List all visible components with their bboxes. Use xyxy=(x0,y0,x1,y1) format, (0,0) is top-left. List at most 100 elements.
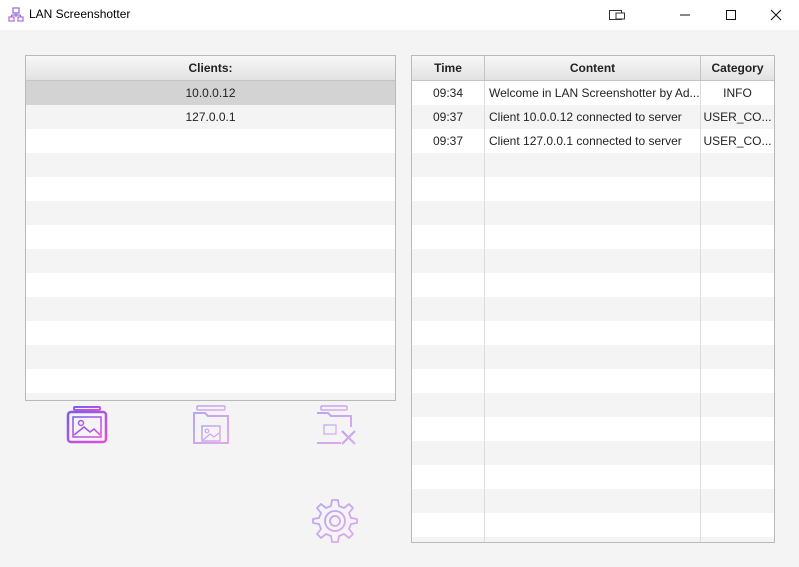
client-address: 127.0.0.1 xyxy=(185,110,236,124)
close-button[interactable] xyxy=(753,0,799,30)
empty-row[interactable] xyxy=(26,129,395,153)
log-rows: 09:34 Welcome in LAN Screenshotter by Ad.… xyxy=(412,81,774,542)
log-content-cell xyxy=(485,177,701,201)
log-category-cell xyxy=(701,153,774,177)
log-content-cell xyxy=(485,321,701,345)
log-time-cell xyxy=(412,537,485,542)
empty-row[interactable] xyxy=(26,177,395,201)
log-category-cell: USER_CO... xyxy=(703,110,772,124)
empty-row[interactable] xyxy=(26,321,395,345)
empty-row[interactable] xyxy=(412,417,774,441)
clear-screenshots-folder-button[interactable] xyxy=(310,402,360,448)
column-header-content[interactable]: Content xyxy=(485,56,701,80)
empty-row[interactable] xyxy=(412,513,774,537)
empty-row[interactable] xyxy=(412,489,774,513)
log-time-cell xyxy=(412,177,485,201)
empty-row[interactable] xyxy=(26,201,395,225)
empty-row[interactable] xyxy=(412,201,774,225)
client-address xyxy=(26,321,395,345)
log-time-cell xyxy=(412,225,485,249)
empty-row[interactable] xyxy=(412,153,774,177)
empty-row[interactable] xyxy=(412,369,774,393)
log-category-cell xyxy=(701,177,774,201)
clients-rows: 10.0.0.12 127.0.0.1 xyxy=(26,81,395,400)
log-content-cell xyxy=(485,153,701,177)
log-content-cell xyxy=(485,273,701,297)
empty-row[interactable] xyxy=(412,225,774,249)
log-content-cell: Client 10.0.0.12 connected to server xyxy=(485,105,701,129)
log-time-cell: 09:34 xyxy=(412,81,485,105)
log-row[interactable]: 09:37 Client 127.0.0.1 connected to serve… xyxy=(412,129,774,153)
log-row[interactable]: 09:37 Client 10.0.0.12 connected to serve… xyxy=(412,105,774,129)
empty-row[interactable] xyxy=(26,225,395,249)
log-category-cell xyxy=(701,369,774,393)
folder-delete-icon xyxy=(316,405,356,445)
empty-row[interactable] xyxy=(26,393,395,400)
settings-button[interactable] xyxy=(310,495,360,545)
log-category-cell: USER_CO... xyxy=(703,134,772,148)
log-time-cell xyxy=(412,393,485,417)
clients-header: Clients: xyxy=(26,56,395,81)
client-address xyxy=(26,393,395,400)
empty-row[interactable] xyxy=(412,441,774,465)
log-table[interactable]: Time Content Category 09:34 Welcome in LA… xyxy=(411,55,775,543)
minimize-icon xyxy=(680,14,690,16)
log-content-cell xyxy=(485,345,701,369)
empty-row[interactable] xyxy=(412,537,774,542)
empty-row[interactable] xyxy=(26,345,395,369)
folder-image-icon xyxy=(193,405,229,444)
take-screenshot-button[interactable] xyxy=(62,402,112,448)
empty-row[interactable] xyxy=(26,153,395,177)
client-row[interactable]: 10.0.0.12 xyxy=(26,81,395,105)
empty-row[interactable] xyxy=(26,249,395,273)
empty-row[interactable] xyxy=(412,297,774,321)
log-time-cell xyxy=(412,489,485,513)
empty-row[interactable] xyxy=(26,297,395,321)
empty-row[interactable] xyxy=(412,249,774,273)
log-category-cell: INFO xyxy=(723,86,752,100)
log-time-cell: 09:37 xyxy=(412,105,485,129)
client-address xyxy=(26,345,395,369)
maximize-button[interactable] xyxy=(708,0,754,30)
log-content-cell: Client 127.0.0.1 connected to server xyxy=(485,129,701,153)
log-time-cell xyxy=(412,417,485,441)
log-category-cell xyxy=(701,297,774,321)
clients-header-label: Clients: xyxy=(188,61,233,75)
empty-row[interactable] xyxy=(412,273,774,297)
log-time-cell xyxy=(412,273,485,297)
maximize-icon xyxy=(726,10,736,20)
app-network-icon xyxy=(8,7,24,22)
minimize-button[interactable] xyxy=(662,0,708,30)
log-header: Time Content Category xyxy=(412,56,774,81)
window-title: LAN Screenshotter xyxy=(29,7,131,21)
log-category-cell xyxy=(701,513,774,537)
empty-row[interactable] xyxy=(412,321,774,345)
column-header-category[interactable]: Category xyxy=(701,56,774,80)
log-category-cell xyxy=(701,249,774,273)
empty-row[interactable] xyxy=(26,369,395,393)
log-row[interactable]: 09:34 Welcome in LAN Screenshotter by Ad.… xyxy=(412,81,774,105)
empty-row[interactable] xyxy=(412,393,774,417)
empty-row[interactable] xyxy=(412,345,774,369)
log-category-cell xyxy=(701,321,774,345)
log-content-cell xyxy=(485,513,701,537)
empty-row[interactable] xyxy=(412,465,774,489)
empty-row[interactable] xyxy=(412,177,774,201)
column-header-time[interactable]: Time xyxy=(412,56,485,80)
clients-table[interactable]: Clients: 10.0.0.12 127.0.0.1 xyxy=(25,55,396,401)
picture-in-picture-button[interactable] xyxy=(594,0,640,30)
log-category-cell xyxy=(701,417,774,441)
log-category-cell xyxy=(701,537,774,542)
client-row[interactable]: 127.0.0.1 xyxy=(26,105,395,129)
open-screenshots-folder-button[interactable] xyxy=(188,402,234,448)
log-time-cell xyxy=(412,465,485,489)
gear-icon xyxy=(312,499,358,543)
client-address xyxy=(26,369,395,393)
log-content-cell: Welcome in LAN Screenshotter by Ad... xyxy=(485,81,701,105)
close-icon xyxy=(770,9,782,21)
client-address xyxy=(26,129,395,153)
log-category-cell xyxy=(701,393,774,417)
client-address xyxy=(26,225,395,249)
empty-row[interactable] xyxy=(26,273,395,297)
log-time-cell xyxy=(412,297,485,321)
